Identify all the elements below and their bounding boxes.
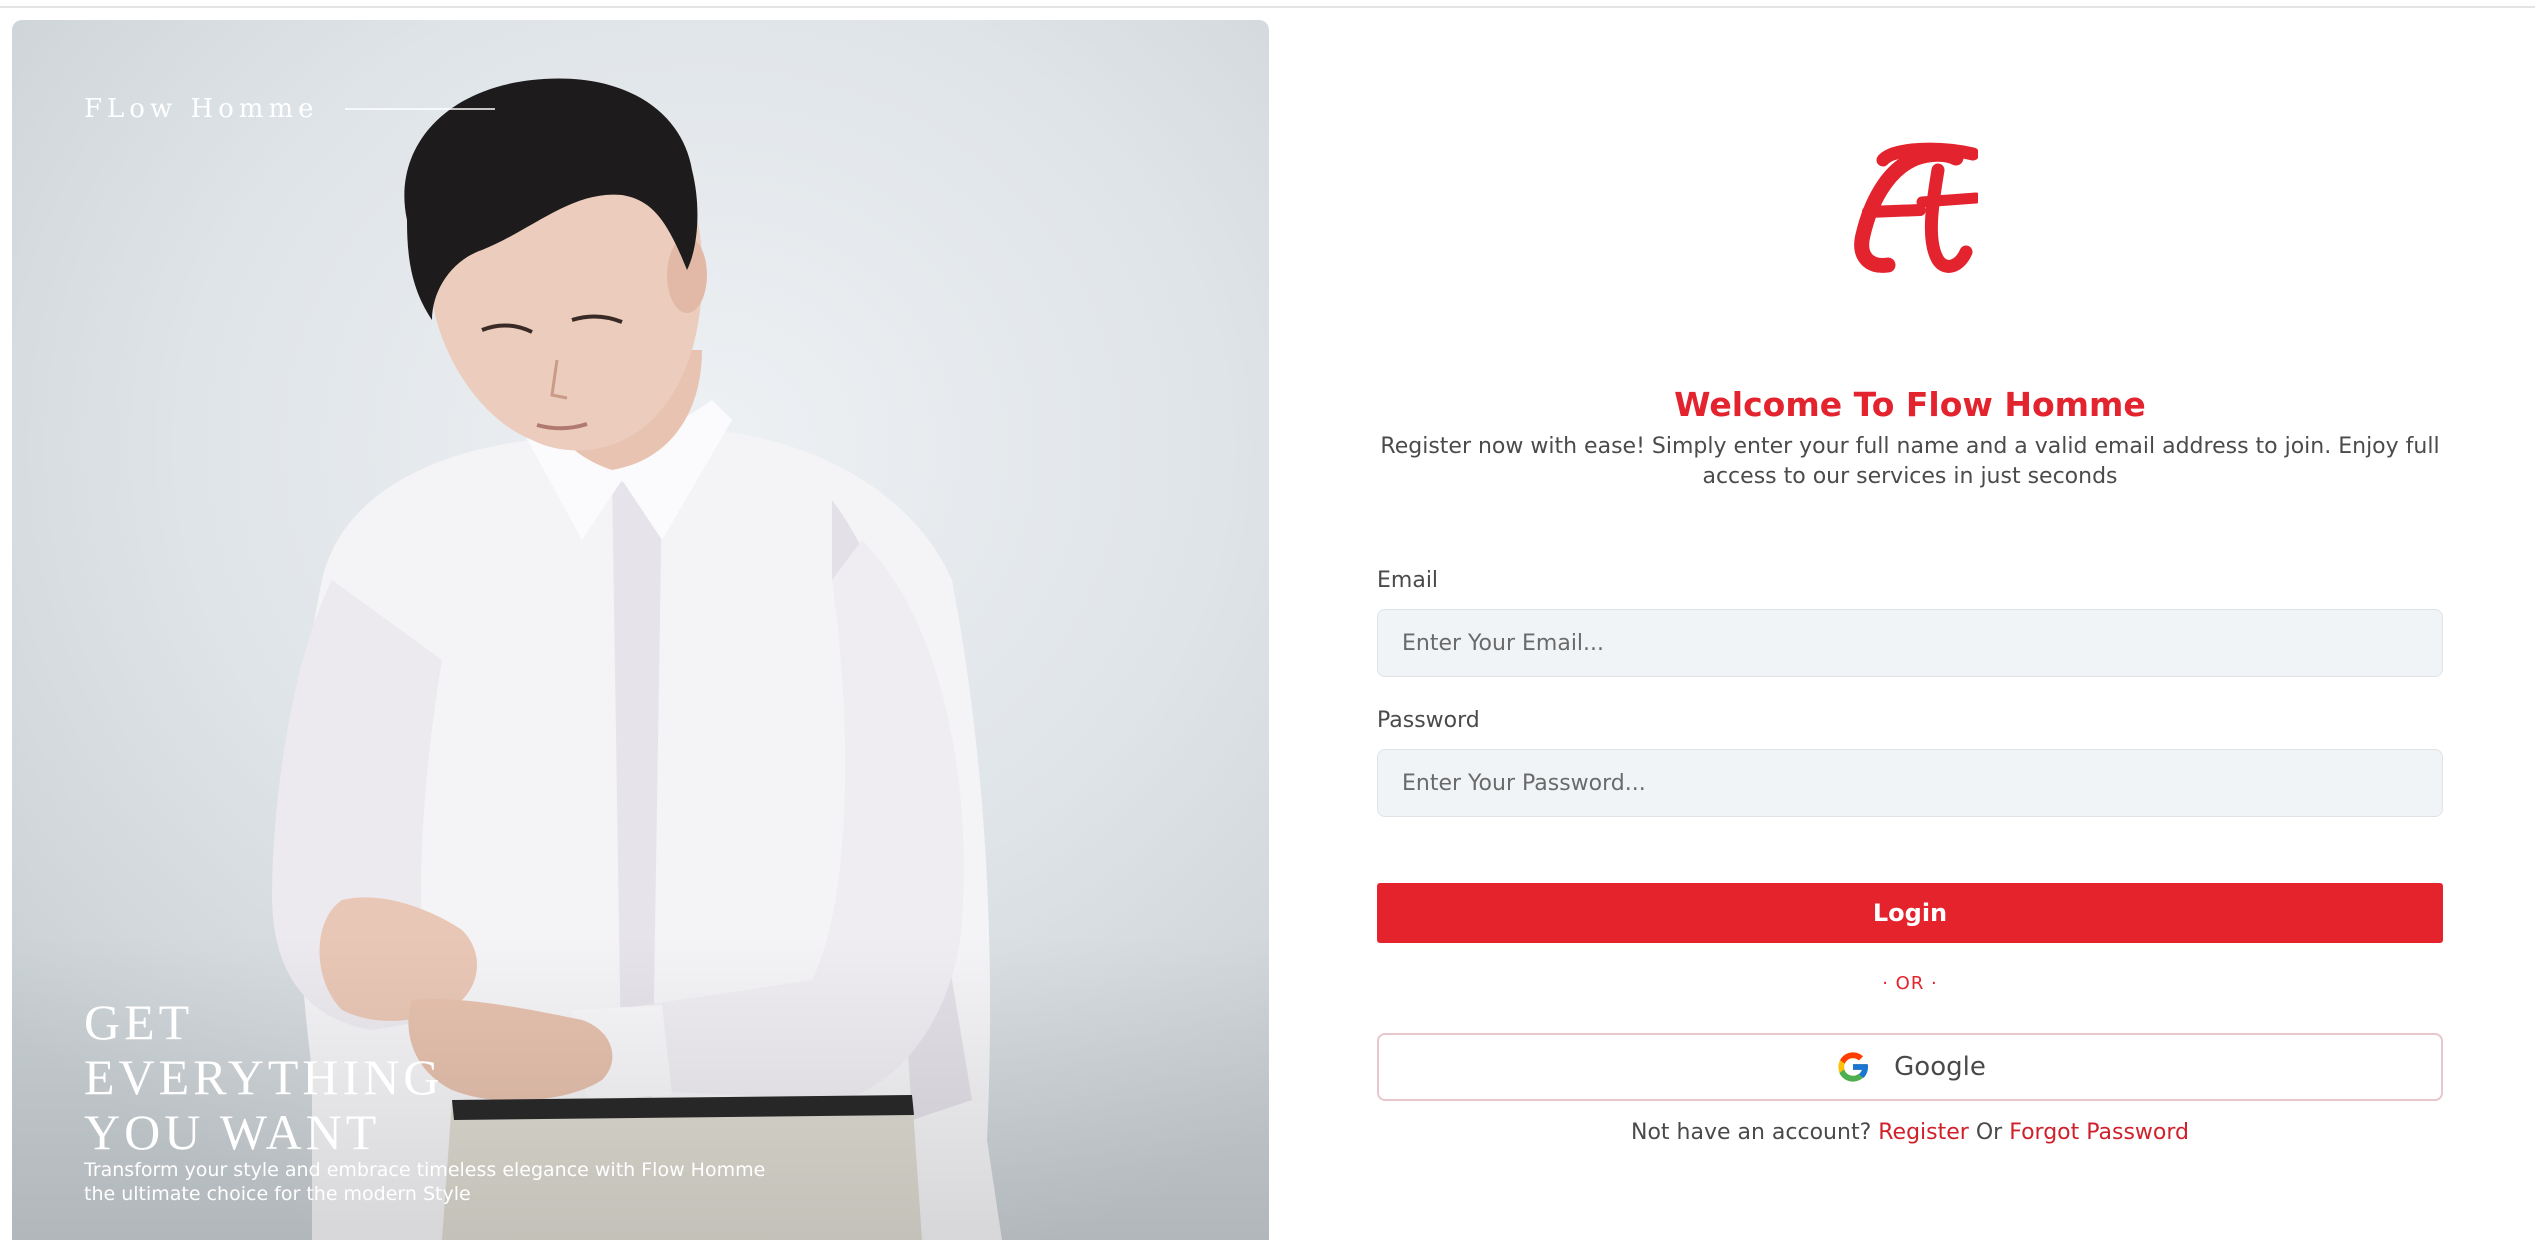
brand-name: FLow Homme	[84, 94, 319, 124]
or-word: Or	[1975, 1120, 2003, 1145]
google-button-label: Google	[1894, 1052, 1986, 1082]
brand-rule	[344, 108, 495, 110]
hero-panel: FLow Homme GET EVERYTHING YOU WANT Trans…	[12, 20, 1269, 1240]
google-login-button[interactable]: Google	[1377, 1033, 2443, 1101]
headline-line: EVERYTHING	[84, 1049, 444, 1105]
hero-brand: FLow Homme	[84, 94, 495, 124]
hero-subtext: Transform your style and embrace timeles…	[84, 1158, 804, 1206]
account-links: Not have an account? Register Or Forgot …	[1270, 1120, 2535, 1145]
password-input[interactable]	[1377, 749, 2443, 817]
no-account-prompt: Not have an account?	[1631, 1120, 1872, 1145]
email-label: Email	[1377, 568, 1439, 593]
page-title: Welcome To Flow Homme	[1674, 385, 2146, 424]
register-link[interactable]: Register	[1878, 1120, 1969, 1145]
password-label: Password	[1377, 708, 1480, 733]
top-divider	[0, 6, 2535, 8]
headline-line: GET	[84, 994, 194, 1050]
intro-text: Register now with ease! Simply enter you…	[1380, 434, 2440, 489]
flow-homme-monogram-icon	[1854, 142, 1978, 273]
forgot-password-link[interactable]: Forgot Password	[2009, 1120, 2189, 1145]
subtext-line: Transform your style and embrace timeles…	[84, 1159, 766, 1181]
login-button[interactable]: Login	[1377, 883, 2443, 943]
hero-headline: GET EVERYTHING YOU WANT	[84, 995, 784, 1160]
subtext-line: the ultimate choice for the modern Style	[84, 1183, 471, 1205]
or-separator: · OR ·	[1882, 973, 1938, 994]
google-g-icon	[1838, 1052, 1869, 1082]
headline-line: YOU WANT	[84, 1104, 381, 1160]
email-input[interactable]	[1377, 609, 2443, 677]
